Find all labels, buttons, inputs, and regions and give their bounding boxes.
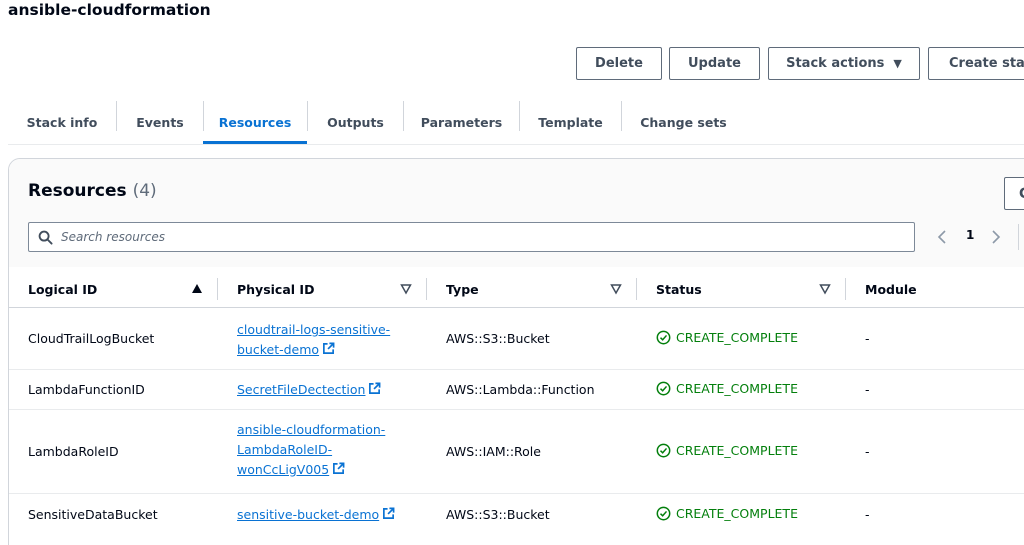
pager-divider	[1018, 224, 1019, 250]
column-header-logical-id[interactable]: Logical ID	[28, 282, 97, 297]
row-divider	[9, 493, 1024, 494]
external-link-icon	[333, 462, 345, 474]
physical-id-text: bucket-demo	[237, 342, 320, 357]
stack-title: ansible-cloudformation	[8, 1, 211, 19]
status-text: CREATE_COMPLETE	[676, 443, 798, 458]
create-stack-button[interactable]: Create stac	[928, 47, 1024, 80]
external-link-icon	[323, 342, 335, 354]
row-divider	[9, 409, 1024, 410]
column-header-type[interactable]: Type	[446, 282, 479, 297]
check-circle-icon	[656, 381, 671, 396]
type-cell: AWS::S3::Bucket	[446, 507, 550, 522]
module-cell: -	[865, 444, 870, 459]
tab-template[interactable]: Template	[520, 100, 621, 145]
physical-id-text: sensitive-bucket-demo	[237, 507, 380, 522]
status-text: CREATE_COMPLETE	[676, 506, 798, 521]
resources-title: Resources (4)	[28, 181, 157, 201]
column-divider	[636, 278, 637, 300]
physical-id-link[interactable]: cloudtrail-logs-sensitive- bucket-demo	[237, 320, 412, 360]
type-cell: AWS::Lambda::Function	[446, 382, 595, 397]
chevron-left-icon[interactable]	[937, 226, 951, 248]
chevron-right-icon[interactable]	[991, 226, 1005, 248]
status-text: CREATE_COMPLETE	[676, 330, 798, 345]
status-badge: CREATE_COMPLETE	[656, 443, 798, 458]
active-tab-indicator	[203, 141, 307, 144]
column-divider	[845, 278, 846, 300]
column-divider	[217, 278, 218, 300]
delete-button[interactable]: Delete	[576, 47, 662, 80]
resources-count: (4)	[132, 181, 157, 201]
module-cell: -	[865, 331, 870, 346]
external-link-icon	[383, 507, 395, 519]
resources-title-text: Resources	[28, 181, 127, 201]
physical-id-text: wonCcLigV005	[237, 462, 330, 477]
status-badge: CREATE_COMPLETE	[656, 330, 798, 345]
status-text: CREATE_COMPLETE	[676, 381, 798, 396]
column-header-status[interactable]: Status	[656, 282, 702, 297]
check-circle-icon	[656, 506, 671, 521]
table-header-divider	[9, 307, 1024, 308]
type-cell: AWS::S3::Bucket	[446, 331, 550, 346]
physical-id-link[interactable]: SecretFileDectection	[237, 380, 412, 400]
physical-id-text: SecretFileDectection	[237, 382, 366, 397]
physical-id-text: LambdaRoleID-	[237, 442, 333, 457]
caret-down-icon: ▼	[893, 57, 902, 70]
module-cell: -	[865, 507, 870, 522]
sort-icon[interactable]	[819, 283, 831, 295]
physical-id-text: ansible-cloudformation-	[237, 422, 386, 437]
tab-resources[interactable]: Resources	[204, 100, 306, 145]
check-circle-icon	[656, 330, 671, 345]
tab-change-sets[interactable]: Change sets	[622, 100, 745, 145]
physical-id-link[interactable]: sensitive-bucket-demo	[237, 505, 412, 525]
stack-tabs: Stack info Events Resources Outputs Para…	[8, 100, 1024, 145]
type-cell: AWS::IAM::Role	[446, 444, 541, 459]
check-circle-icon	[656, 443, 671, 458]
sort-ascending-icon[interactable]	[191, 283, 203, 295]
physical-id-link[interactable]: ansible-cloudformation- LambdaRoleID- wo…	[237, 420, 412, 480]
search-field[interactable]	[28, 222, 915, 252]
logical-id-cell: CloudTrailLogBucket	[28, 331, 155, 346]
tab-parameters[interactable]: Parameters	[404, 100, 519, 145]
logical-id-cell: LambdaRoleID	[28, 444, 119, 459]
logical-id-cell: SensitiveDataBucket	[28, 507, 158, 522]
status-badge: CREATE_COMPLETE	[656, 506, 798, 521]
update-button[interactable]: Update	[669, 47, 760, 80]
column-header-physical-id[interactable]: Physical ID	[237, 282, 314, 297]
status-badge: CREATE_COMPLETE	[656, 381, 798, 396]
sort-icon[interactable]	[400, 283, 412, 295]
tab-events[interactable]: Events	[117, 100, 203, 145]
logical-id-cell: LambdaFunctionID	[28, 382, 145, 397]
refresh-button[interactable]: C	[1004, 177, 1024, 210]
tab-outputs[interactable]: Outputs	[308, 100, 403, 145]
search-icon	[38, 230, 53, 245]
column-divider	[426, 278, 427, 300]
page-number[interactable]: 1	[966, 228, 974, 242]
module-cell: -	[865, 382, 870, 397]
stack-actions-button[interactable]: Stack actions ▼	[768, 47, 920, 80]
stack-actions-label: Stack actions	[786, 56, 885, 71]
tab-stack-info[interactable]: Stack info	[8, 100, 116, 145]
search-input[interactable]	[61, 230, 881, 244]
external-link-icon	[369, 382, 381, 394]
sort-icon[interactable]	[610, 283, 622, 295]
row-divider	[9, 369, 1024, 370]
physical-id-text: cloudtrail-logs-sensitive-	[237, 322, 391, 337]
column-header-module: Module	[865, 282, 917, 297]
